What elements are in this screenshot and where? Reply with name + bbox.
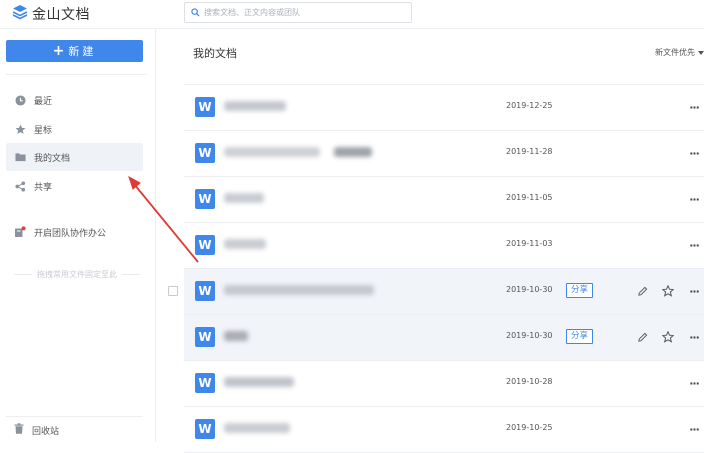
plus-icon: + bbox=[52, 43, 65, 59]
word-doc-icon: W bbox=[195, 281, 215, 301]
file-row[interactable]: W 2019-11-28 ··· bbox=[184, 131, 704, 177]
star-icon bbox=[14, 123, 26, 135]
file-date: 2019-10-30 bbox=[506, 285, 553, 294]
star-outline-icon[interactable] bbox=[658, 281, 678, 301]
sidebar-item-trash[interactable]: 回收站 bbox=[6, 416, 143, 443]
file-row[interactable]: W 2019-10-25 ··· bbox=[184, 407, 704, 453]
file-row[interactable]: W 2019-10-30 分享 ··· bbox=[168, 269, 704, 315]
app-logo[interactable]: 金山文档 bbox=[12, 4, 90, 24]
new-button[interactable]: + 新建 bbox=[6, 40, 143, 62]
sidebar-item-label: 我的文档 bbox=[34, 153, 71, 164]
sort-dropdown[interactable]: 新文件优先 bbox=[655, 47, 704, 58]
more-icon[interactable]: ··· bbox=[684, 419, 704, 439]
search-icon bbox=[191, 8, 200, 17]
divider bbox=[6, 74, 147, 75]
more-icon[interactable]: ··· bbox=[684, 327, 704, 347]
more-icon[interactable]: ··· bbox=[684, 97, 704, 117]
more-icon[interactable]: ··· bbox=[684, 189, 704, 209]
word-doc-icon: W bbox=[195, 419, 215, 439]
file-date: 2019-11-28 bbox=[506, 147, 553, 156]
word-doc-icon: W bbox=[195, 97, 215, 117]
file-row[interactable]: W 2019-12-25 ··· bbox=[184, 85, 704, 131]
word-doc-icon: W bbox=[195, 373, 215, 393]
word-doc-icon: W bbox=[195, 189, 215, 209]
pencil-icon[interactable] bbox=[632, 281, 652, 301]
file-row[interactable]: W 2019-10-28 ··· bbox=[184, 361, 704, 407]
top-bar: 金山文档 bbox=[0, 0, 704, 29]
search-box[interactable] bbox=[184, 2, 412, 23]
file-date: 2019-10-28 bbox=[506, 377, 553, 386]
file-date: 2019-11-03 bbox=[506, 239, 553, 248]
sidebar-item-label: 开启团队协作办公 bbox=[34, 228, 107, 239]
clock-icon bbox=[14, 94, 26, 106]
more-icon[interactable]: ··· bbox=[684, 235, 704, 255]
share-badge[interactable]: 分享 bbox=[566, 283, 594, 298]
more-icon[interactable]: ··· bbox=[684, 373, 704, 393]
sidebar-item-label: 星标 bbox=[34, 125, 53, 136]
sidebar-item-my-documents[interactable]: 我的文档 bbox=[6, 143, 143, 171]
file-row[interactable]: W 2019-11-03 ··· bbox=[184, 223, 704, 269]
file-date: 2019-11-05 bbox=[506, 193, 553, 202]
more-icon[interactable]: ··· bbox=[684, 281, 704, 301]
star-outline-icon[interactable] bbox=[658, 327, 678, 347]
share-icon bbox=[14, 180, 26, 192]
new-button-label: 新建 bbox=[68, 45, 97, 58]
sidebar-item-starred[interactable]: 星标 bbox=[6, 115, 143, 143]
trash-icon bbox=[14, 423, 24, 437]
file-date: 2019-12-25 bbox=[506, 101, 553, 110]
file-row[interactable]: W 2019-10-30 分享 ··· bbox=[184, 315, 704, 361]
page-title: 我的文档 bbox=[193, 47, 237, 60]
layers-icon bbox=[12, 4, 28, 24]
sidebar-item-label: 最近 bbox=[34, 96, 53, 107]
file-list: W 2019-12-25 ··· W 2019-11-28 ··· W 2019… bbox=[168, 84, 704, 453]
row-checkbox[interactable] bbox=[168, 286, 178, 296]
drag-hint: 拖拽常用文件固定至此 bbox=[14, 269, 140, 280]
sidebar-item-recent[interactable]: 最近 bbox=[6, 86, 143, 114]
main-content: 我的文档 新文件优先 W 2019-12-25 ··· W 2019-11-28… bbox=[156, 29, 704, 453]
sidebar-item-label: 回收站 bbox=[32, 426, 60, 437]
word-doc-icon: W bbox=[195, 327, 215, 347]
more-icon[interactable]: ··· bbox=[684, 143, 704, 163]
file-date: 2019-10-25 bbox=[506, 423, 553, 432]
share-badge[interactable]: 分享 bbox=[566, 329, 594, 344]
word-doc-icon: W bbox=[195, 143, 215, 163]
file-date: 2019-10-30 bbox=[506, 331, 553, 340]
caret-down-icon bbox=[698, 48, 704, 57]
app-title: 金山文档 bbox=[32, 7, 90, 23]
word-doc-icon: W bbox=[195, 235, 215, 255]
sidebar-item-label: 共享 bbox=[34, 182, 53, 193]
file-row[interactable]: W 2019-11-05 ··· bbox=[184, 177, 704, 223]
pencil-icon[interactable] bbox=[632, 327, 652, 347]
team-icon bbox=[14, 226, 26, 238]
search-input[interactable] bbox=[204, 8, 404, 17]
folder-icon bbox=[14, 151, 26, 163]
